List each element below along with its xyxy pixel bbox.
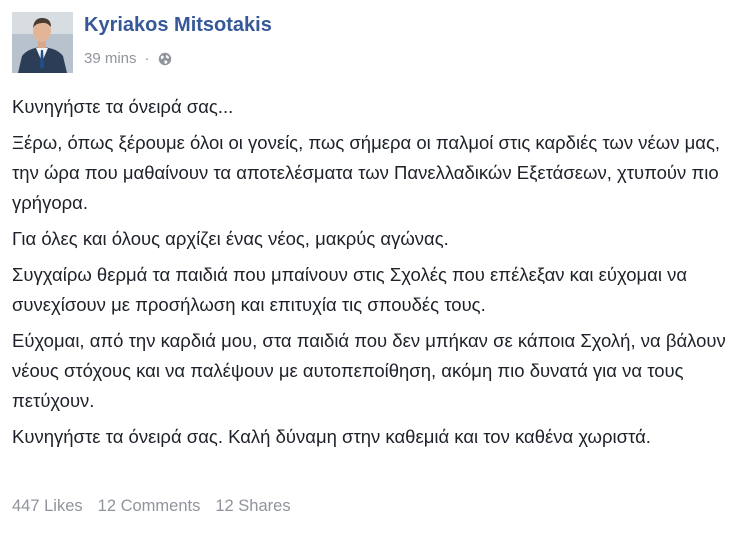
post-paragraph: Συγχαίρω θερμά τα παιδιά που μπαίνουν στ… xyxy=(12,264,688,315)
likes-count[interactable]: 447 Likes xyxy=(12,497,83,516)
post-meta: 39 mins · xyxy=(84,50,172,67)
engagement-stats: 447 Likes 12 Comments 12 Shares xyxy=(12,497,306,516)
globe-icon[interactable] xyxy=(158,52,172,66)
post-timestamp[interactable]: 39 mins xyxy=(84,50,137,67)
post-paragraph: Κυνηγήστε τα όνειρά σας. Καλή δύναμη στη… xyxy=(12,426,651,447)
facebook-post: Kyriakos Mitsotakis 39 mins · Κυνηγήστε … xyxy=(0,0,735,534)
shares-count[interactable]: 12 Shares xyxy=(215,497,290,516)
meta-separator: · xyxy=(144,50,150,67)
post-paragraph: Κυνηγήστε τα όνειρά σας... xyxy=(12,96,234,117)
post-paragraph: Εύχομαι, από την καρδιά μου, στα παιδιά … xyxy=(12,330,726,411)
post-paragraph: Για όλες και όλους αρχίζει ένας νέος, μα… xyxy=(12,228,449,249)
post-body: Κυνηγήστε τα όνειρά σας... Ξέρω, όπως ξέ… xyxy=(12,92,727,458)
avatar[interactable] xyxy=(12,12,73,73)
author-name[interactable]: Kyriakos Mitsotakis xyxy=(84,14,272,37)
comments-count[interactable]: 12 Comments xyxy=(98,497,201,516)
post-paragraph: Ξέρω, όπως ξέρουμε όλοι οι γονείς, πως σ… xyxy=(12,132,721,213)
